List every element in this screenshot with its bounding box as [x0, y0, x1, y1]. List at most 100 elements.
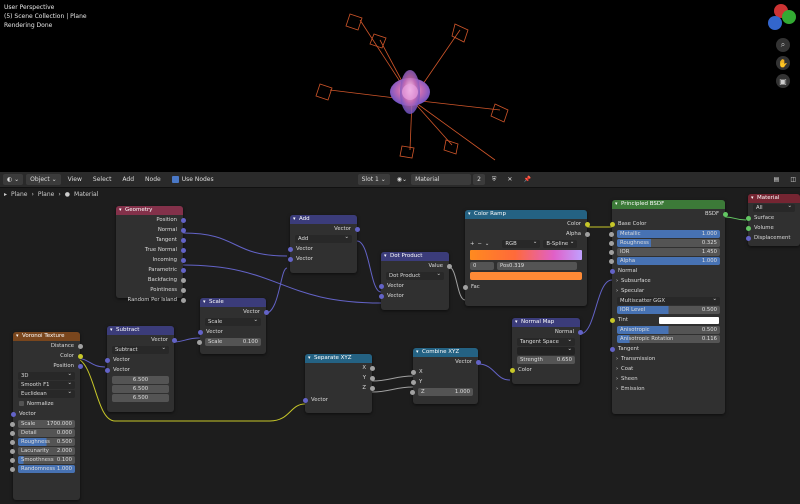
- input-socket[interactable]: [197, 329, 203, 335]
- crumb-mesh[interactable]: Plane: [38, 191, 54, 198]
- axis-y-icon[interactable]: [782, 10, 796, 24]
- material-output-node-title[interactable]: Material Output: [748, 194, 800, 210]
- normal-map-node[interactable]: Normal Map Normal Tangent Space Strength…: [509, 318, 583, 384]
- panel-subsurface[interactable]: Subsurface: [612, 276, 725, 286]
- smoothness-field[interactable]: Smoothness 0.100: [10, 456, 75, 464]
- crumb-material[interactable]: Material: [74, 191, 98, 198]
- subtract-node-title[interactable]: Subtract: [107, 326, 174, 335]
- overlay-icon[interactable]: ◫: [786, 174, 800, 185]
- dimensions-select[interactable]: 3D: [18, 370, 75, 380]
- output-socket[interactable]: [584, 231, 590, 237]
- output-socket[interactable]: [369, 375, 375, 381]
- roughness-field[interactable]: Roughness 0.325: [609, 239, 720, 247]
- output-socket[interactable]: [180, 257, 186, 263]
- output-socket[interactable]: [171, 337, 177, 343]
- color-ramp-gradient[interactable]: [470, 250, 582, 260]
- panel-sheen[interactable]: Sheen: [612, 374, 725, 384]
- scale-field[interactable]: Scale 0.100: [197, 338, 261, 346]
- panel-coat[interactable]: Coat: [612, 364, 725, 374]
- input-socket[interactable]: [609, 240, 614, 246]
- vector-y-field[interactable]: 6.500: [112, 385, 169, 393]
- vector-z-field[interactable]: 6.500: [112, 394, 169, 402]
- input-socket[interactable]: [104, 367, 110, 373]
- output-socket[interactable]: [369, 385, 375, 391]
- input-socket[interactable]: [509, 367, 515, 373]
- vector-x-field[interactable]: 6.500: [112, 376, 169, 384]
- output-socket[interactable]: [77, 363, 83, 369]
- output-socket[interactable]: [77, 353, 83, 359]
- zoom-icon[interactable]: ⌕: [776, 38, 790, 52]
- input-socket[interactable]: [378, 283, 384, 289]
- input-socket[interactable]: [10, 466, 15, 472]
- scale-node[interactable]: Scale Vector Scale Vector Scale 0.100: [197, 298, 269, 354]
- slot-select[interactable]: Slot 1 ⌄: [357, 174, 390, 185]
- camera-icon[interactable]: ▣: [776, 74, 790, 88]
- scale-field[interactable]: Scale 1700.000: [10, 420, 75, 428]
- menu-view[interactable]: View: [64, 174, 86, 185]
- input-socket[interactable]: [609, 258, 614, 264]
- separate-xyz-node-title[interactable]: Separate XYZ: [305, 354, 372, 363]
- combine-xyz-node[interactable]: Combine XYZ Vector X Y Z 1.000: [410, 348, 481, 404]
- fake-user-icon[interactable]: ⛨: [488, 174, 501, 185]
- output-socket[interactable]: [180, 237, 186, 243]
- input-socket[interactable]: [104, 357, 110, 363]
- alpha-field[interactable]: Alpha 1.000: [609, 257, 720, 265]
- principled-bsdf-node[interactable]: Principled BSDF BSDF Base Color Metallic…: [609, 200, 728, 414]
- menu-add[interactable]: Add: [118, 174, 138, 185]
- input-socket[interactable]: [302, 397, 308, 403]
- add-stop-icon[interactable]: +: [470, 241, 474, 247]
- input-socket[interactable]: [410, 369, 416, 375]
- output-socket[interactable]: [180, 277, 186, 283]
- color-ramp-node[interactable]: Color Ramp Color Alpha + − ⌄ RGB B-Splin…: [462, 210, 590, 306]
- normal-map-node-title[interactable]: Normal Map: [512, 318, 580, 327]
- operation-select[interactable]: Dot Product: [386, 270, 444, 280]
- input-socket[interactable]: [609, 317, 615, 323]
- geometry-node-title[interactable]: Geometry: [116, 206, 183, 215]
- input-socket[interactable]: [609, 249, 614, 255]
- input-socket[interactable]: [410, 379, 416, 385]
- user-count[interactable]: 2: [473, 174, 485, 185]
- metallic-field[interactable]: Metallic 1.000: [609, 230, 720, 238]
- 3d-viewport[interactable]: User Perspective (5) Scene Collection | …: [0, 0, 800, 172]
- distribution-select[interactable]: Multiscatter GGX: [617, 295, 720, 305]
- lacunarity-field[interactable]: Lacunarity 2.000: [10, 447, 75, 455]
- ior-field[interactable]: IOR 1.450: [609, 248, 720, 256]
- stop-position-field[interactable]: Pos0.319: [497, 262, 577, 270]
- input-socket[interactable]: [745, 235, 751, 241]
- operation-select[interactable]: Scale: [205, 316, 261, 326]
- panel-emission[interactable]: Emission: [612, 384, 725, 394]
- stop-color-swatch[interactable]: [470, 272, 582, 280]
- input-socket[interactable]: [410, 389, 415, 395]
- normalize-row[interactable]: Normalize: [13, 399, 80, 409]
- normalize-checkbox[interactable]: [19, 401, 24, 406]
- editor-type-button[interactable]: ◐ ⌄: [3, 174, 24, 185]
- menu-node[interactable]: Node: [141, 174, 165, 185]
- pin-icon[interactable]: 📌: [519, 174, 534, 185]
- pan-icon[interactable]: ✋: [776, 56, 790, 70]
- input-socket[interactable]: [10, 457, 15, 463]
- use-nodes-checkbox[interactable]: [171, 176, 179, 183]
- metric-select[interactable]: Euclidean: [18, 388, 75, 398]
- ior-level-field[interactable]: IOR Level 0.500: [617, 306, 720, 314]
- detail-field[interactable]: Detail 0.000: [10, 429, 75, 437]
- crumb-object[interactable]: Plane: [11, 191, 27, 198]
- stop-index-field[interactable]: 0: [470, 262, 494, 270]
- menu-select[interactable]: Select: [89, 174, 116, 185]
- voronoi-texture-node[interactable]: Voronoi Texture Distance Color Position …: [10, 332, 83, 500]
- anisotropic-rotation-field[interactable]: Anisotropic Rotation 0.116: [617, 335, 720, 343]
- operation-select[interactable]: Subtract: [112, 344, 169, 354]
- output-socket[interactable]: [584, 221, 590, 227]
- axis-z-icon[interactable]: [768, 16, 782, 30]
- input-socket[interactable]: [10, 448, 15, 454]
- output-socket[interactable]: [180, 227, 186, 233]
- scale-node-title[interactable]: Scale: [200, 298, 266, 307]
- input-socket[interactable]: [287, 246, 293, 252]
- output-socket[interactable]: [180, 217, 186, 223]
- add-node-title[interactable]: Add: [290, 215, 357, 224]
- output-socket[interactable]: [722, 211, 728, 217]
- randomness-field[interactable]: Randomness 1.000: [10, 465, 75, 473]
- operation-select[interactable]: Add: [295, 233, 352, 243]
- output-socket[interactable]: [180, 297, 186, 303]
- anisotropic-field[interactable]: Anisotropic 0.500: [617, 326, 720, 334]
- input-socket[interactable]: [609, 346, 615, 352]
